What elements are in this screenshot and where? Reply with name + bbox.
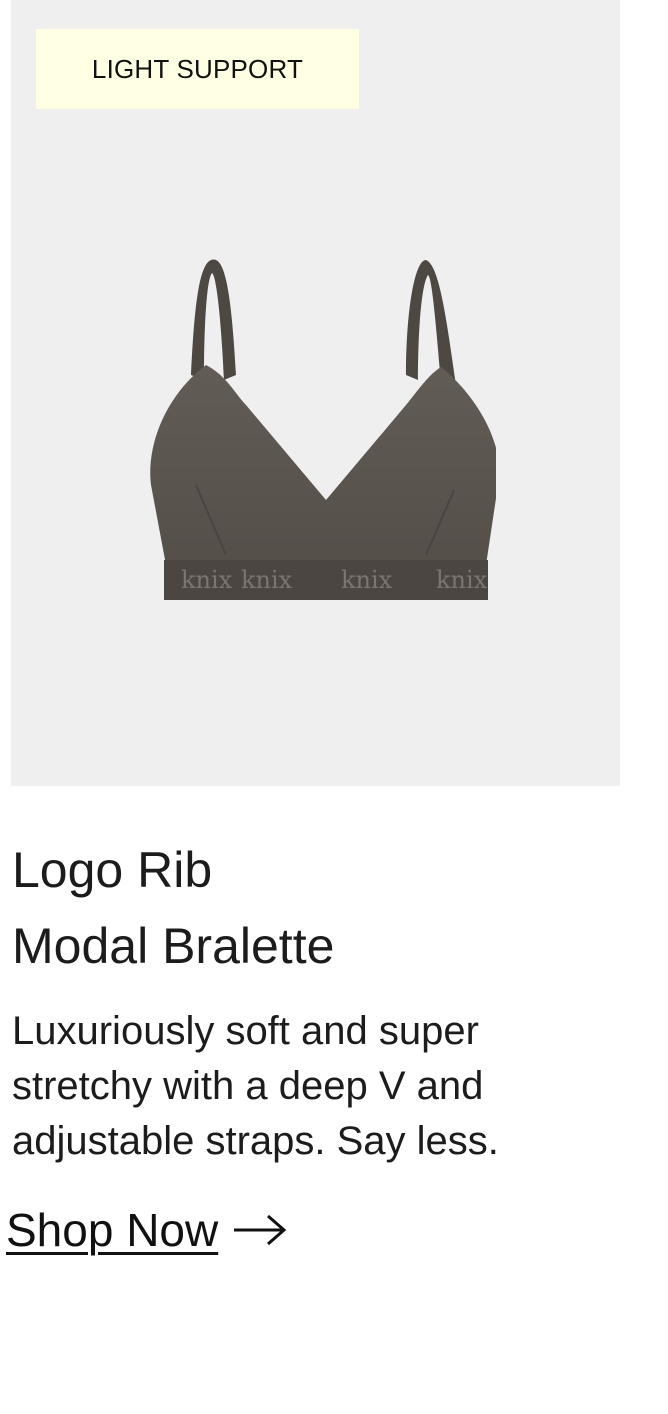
bralette-band-text: knix [341,566,393,594]
product-image-bralette[interactable]: knix knix knix knix [136,255,496,605]
product-title-line-1: Logo Rib [12,842,213,898]
product-title-line-2: Modal Bralette [12,918,335,974]
product-card[interactable]: LIGHT SUPPORT knix knix knix knix Logo R… [0,0,668,1414]
support-badge: LIGHT SUPPORT [36,29,359,109]
bralette-band-text: knix [241,566,293,594]
product-image-panel[interactable]: LIGHT SUPPORT knix knix knix knix [11,0,620,786]
product-description: Luxuriously soft and super stretchy with… [12,1009,499,1163]
shop-now-label: Shop Now [6,1204,219,1256]
bralette-band-text: knix [436,566,488,594]
bralette-band-text: knix [181,566,233,594]
product-title[interactable]: Logo Rib Modal Bralette [12,832,612,984]
arrow-right-icon [234,1214,287,1246]
shop-now-link[interactable]: Shop Now [6,1200,288,1260]
